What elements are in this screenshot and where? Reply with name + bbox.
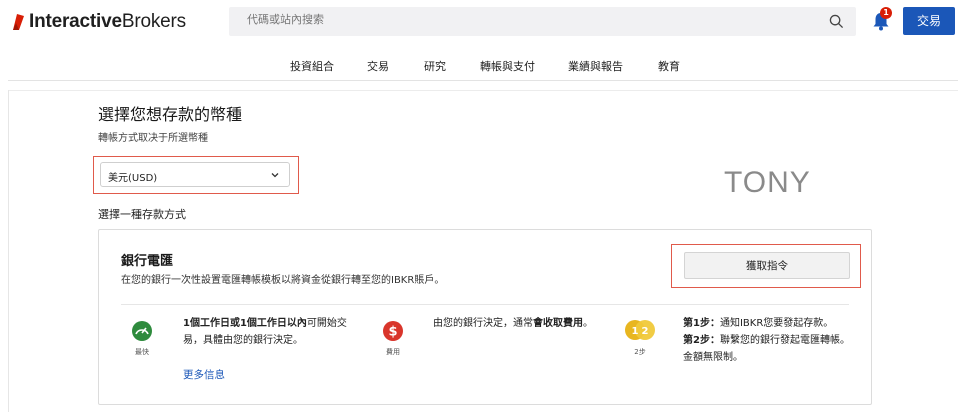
- logo-text-light: Brokers: [121, 11, 186, 32]
- card-title: 銀行電匯: [121, 254, 174, 269]
- fee-text-post: 。: [583, 318, 593, 329]
- get-instructions-highlight: 獲取指令: [671, 244, 861, 288]
- chevron-down-icon: [271, 173, 279, 178]
- watermark-text: TONY: [724, 166, 811, 199]
- page-title: 選擇您想存款的幣種: [98, 105, 243, 124]
- svg-text:1: 1: [632, 326, 639, 337]
- content-frame-left: [8, 90, 9, 412]
- bank-wire-card: 銀行電匯 在您的銀行一次性設置電匯轉帳模板以將資金從銀行轉至您的IBKR賬戶。 …: [98, 229, 872, 405]
- card-description: 在您的銀行一次性設置電匯轉帳模板以將資金從銀行轉至您的IBKR賬戶。: [121, 275, 445, 286]
- dollar-icon: $: [383, 321, 403, 341]
- steps-caption: 2步: [634, 348, 646, 356]
- page-subtitle: 轉帳方式取决于所選幣種: [98, 133, 208, 144]
- deposit-method-heading: 選擇一種存款方式: [98, 208, 186, 221]
- card-divider: [121, 304, 849, 305]
- speed-text-bold: 1個工作日或1個工作日以內: [183, 318, 307, 329]
- main-nav: 投資組合 交易 研究 轉帳與支付 業績與報告 教育: [0, 52, 966, 80]
- fee-caption: 費用: [386, 348, 400, 356]
- steps-text: 第1步：通知IBKR您要發起存款。 第2步：聯繫您的銀行發起電匯轉帳。金額無限制…: [683, 315, 855, 366]
- steps-icon: 1 2: [625, 320, 655, 340]
- notification-badge: 1: [880, 7, 892, 19]
- currency-select[interactable]: 美元(USD): [100, 162, 290, 187]
- currency-select-highlight: 美元(USD): [93, 156, 299, 194]
- search-box[interactable]: [229, 7, 856, 36]
- step1-label: 第1步：: [683, 318, 720, 329]
- get-instructions-button[interactable]: 獲取指令: [684, 252, 850, 279]
- nav-item-performance-reports[interactable]: 業績與報告: [568, 58, 623, 74]
- svg-text:$: $: [388, 325, 397, 340]
- content-frame-top: [8, 90, 958, 91]
- search-input[interactable]: [247, 13, 807, 26]
- speed-caption: 最快: [135, 348, 149, 356]
- step2-label: 第2步：: [683, 335, 720, 346]
- brand-logo[interactable]: InteractiveBrokers: [10, 10, 186, 34]
- nav-item-transfer-pay[interactable]: 轉帳與支付: [480, 58, 535, 74]
- svg-text:2: 2: [642, 326, 649, 337]
- logo-text-bold: Interactive: [29, 11, 122, 32]
- step1-text: 通知IBKR您要發起存款。: [719, 318, 834, 329]
- speed-text: 1個工作日或1個工作日以內可開始交易，具體由您的銀行決定。: [183, 315, 361, 349]
- trade-button[interactable]: 交易: [903, 7, 955, 35]
- nav-item-trade[interactable]: 交易: [367, 58, 389, 74]
- search-icon[interactable]: [829, 14, 844, 29]
- ib-logo-mark-icon: [13, 14, 24, 30]
- nav-item-education[interactable]: 教育: [658, 58, 680, 74]
- nav-divider: [8, 80, 958, 81]
- fee-text: 由您的銀行決定，通常會收取費用。: [433, 315, 593, 332]
- fee-text-pre: 由您的銀行決定，通常: [433, 318, 533, 329]
- speedometer-icon: [132, 321, 152, 341]
- currency-select-value: 美元(USD): [108, 173, 158, 184]
- more-info-link[interactable]: 更多信息: [183, 367, 225, 382]
- nav-item-research[interactable]: 研究: [424, 58, 446, 74]
- nav-item-portfolio[interactable]: 投資組合: [290, 58, 334, 74]
- top-bar: InteractiveBrokers 1 交易: [0, 0, 966, 44]
- fee-text-bold: 會收取費用: [533, 318, 583, 329]
